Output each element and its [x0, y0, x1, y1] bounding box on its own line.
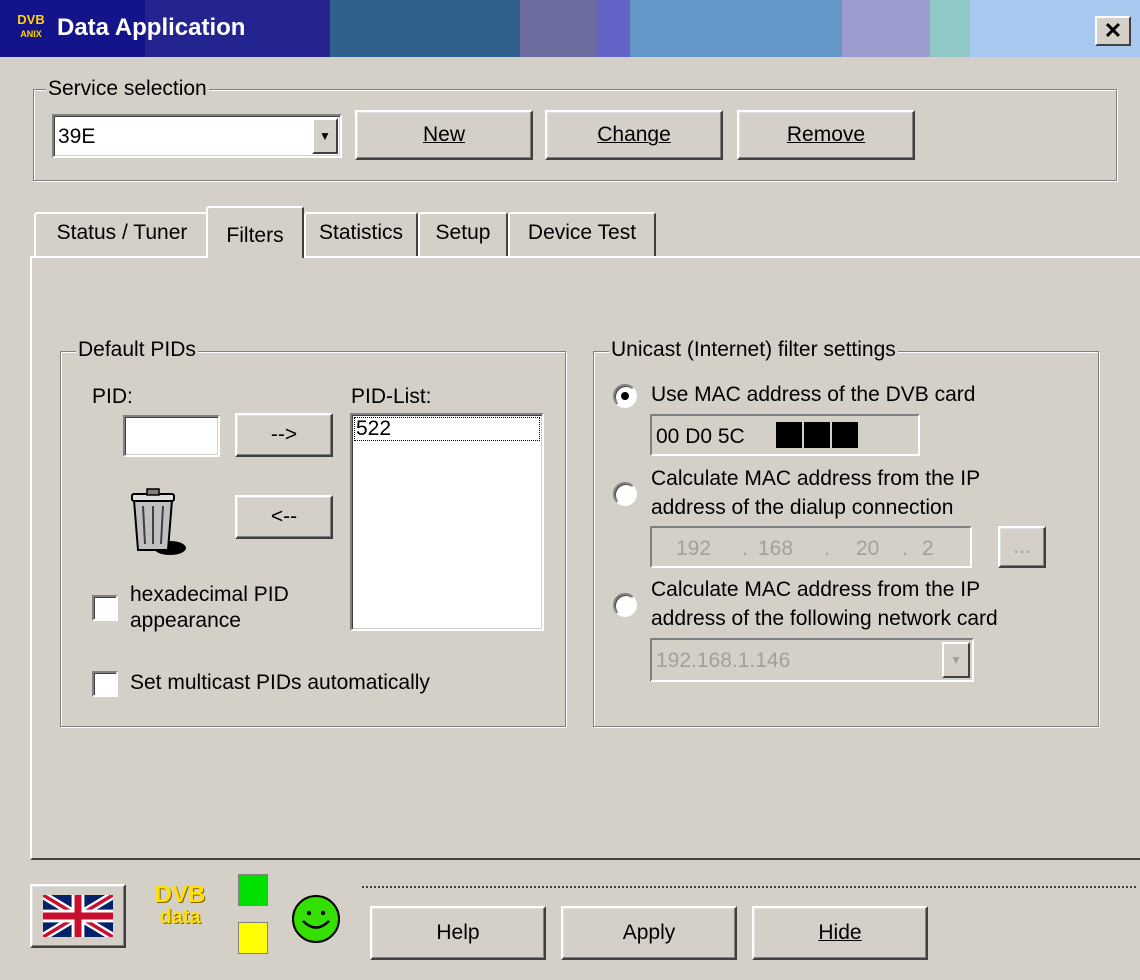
radio-network-card-mac[interactable] [613, 593, 637, 617]
unicast-label: Unicast (Internet) filter settings [609, 338, 898, 362]
hex-pid-checkbox[interactable] [92, 595, 118, 621]
radio-dialup-mac-label: Calculate MAC address from the IP addres… [651, 467, 981, 519]
window-title: Data Application [57, 14, 246, 41]
multicast-pids-label: Set multicast PIDs automatically [130, 671, 430, 694]
service-combobox[interactable]: 39E ▼ [52, 114, 342, 158]
new-button[interactable]: New [355, 110, 533, 160]
add-pid-button[interactable]: --> [235, 413, 333, 457]
pid-list-item[interactable]: 522 [354, 417, 540, 441]
green-smiley-icon [292, 895, 340, 943]
status-indicator-green [238, 874, 268, 906]
pid-list[interactable]: 522 [350, 413, 544, 631]
mac-address-field: 00 D0 5C [650, 414, 920, 456]
tab-setup[interactable]: Setup [418, 212, 508, 256]
dvb-app-icon: DVB ANIX [17, 12, 45, 39]
pid-label: PID: [92, 385, 133, 408]
help-button[interactable]: Help [370, 906, 546, 960]
mac-redacted-block [804, 422, 830, 448]
tab-device-test[interactable]: Device Test [508, 212, 656, 256]
radio-use-dvb-mac-label: Use MAC address of the DVB card [651, 383, 976, 406]
dialup-browse-button[interactable]: ... [998, 526, 1046, 568]
remove-button[interactable]: Remove [737, 110, 915, 160]
tab-statistics[interactable]: Statistics [304, 212, 418, 256]
pid-input[interactable] [123, 415, 220, 457]
radio-use-dvb-mac[interactable] [613, 384, 637, 408]
language-button[interactable] [30, 884, 126, 948]
dialup-ip-field: 192 . 168 . 20 . 2 [650, 526, 972, 568]
multicast-pids-checkbox[interactable] [92, 671, 118, 697]
hex-pid-label: hexadecimal PID appearance [130, 583, 289, 632]
network-card-select[interactable]: 192.168.1.146 ▼ [650, 638, 974, 682]
close-button[interactable]: ✕ [1095, 16, 1131, 46]
pid-list-label: PID-List: [351, 385, 432, 408]
footer-separator [362, 886, 1136, 888]
mac-redacted-block [832, 422, 858, 448]
status-indicator-yellow [238, 922, 268, 954]
chevron-down-icon[interactable]: ▼ [312, 118, 338, 154]
hide-button[interactable]: Hide [752, 906, 928, 960]
radio-dialup-mac[interactable] [613, 482, 637, 506]
trash-can-icon[interactable] [128, 486, 190, 558]
apply-button[interactable]: Apply [561, 906, 737, 960]
default-pids-label: Default PIDs [76, 338, 198, 362]
tab-status-tuner[interactable]: Status / Tuner [34, 212, 210, 256]
close-icon: ✕ [1103, 18, 1123, 43]
uk-flag-icon [40, 891, 116, 941]
service-selected-value: 39E [58, 125, 96, 148]
dvb-data-logo: DVB data [154, 881, 206, 929]
tab-filters[interactable]: Filters [206, 206, 304, 258]
radio-network-card-mac-label: Calculate MAC address from the IP addres… [651, 578, 998, 630]
mac-redacted-block [776, 422, 802, 448]
change-button[interactable]: Change [545, 110, 723, 160]
service-selection-label: Service selection [46, 77, 209, 101]
remove-pid-button[interactable]: <-- [235, 495, 333, 539]
chevron-down-icon[interactable]: ▼ [942, 642, 970, 678]
